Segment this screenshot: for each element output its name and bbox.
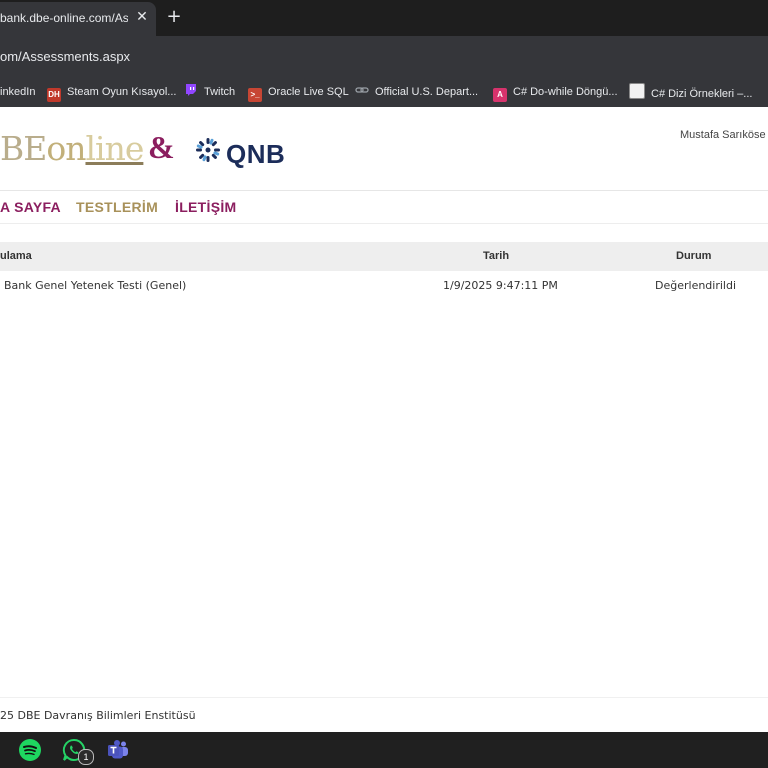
- url-text[interactable]: om/Assessments.aspx: [0, 49, 130, 64]
- bookmark-label: Oracle Live SQL: [268, 86, 349, 98]
- bookmark-label: inkedIn: [0, 86, 36, 98]
- bookmark-label: Official U.S. Depart...: [375, 86, 479, 98]
- bookmark-csharp-dizi[interactable]: C# Dizi Örnekleri –...: [629, 83, 752, 101]
- browser-tab[interactable]: bank.dbe-online.com/Assessments.aspx ✕: [0, 2, 156, 36]
- logo-part-be: BE: [0, 129, 47, 168]
- oracle-icon: >_: [248, 88, 262, 102]
- page-footer: 25 DBE Davranış Bilimleri Enstitüsü: [0, 697, 768, 733]
- bookmark-official[interactable]: Official U.S. Depart...: [355, 83, 478, 101]
- bookmark-twitch[interactable]: Twitch: [184, 83, 235, 101]
- nav-item-contact[interactable]: İLETİŞİM: [175, 199, 237, 215]
- bookmark-linkedin[interactable]: inkedIn: [0, 83, 35, 101]
- bookmarks-bar: inkedIn DH Steam Oyun Kısayol... Twitch >…: [0, 76, 768, 107]
- bookmark-label: Twitch: [204, 86, 236, 98]
- cell-status: Değerlendirildi: [655, 279, 737, 292]
- cell-application[interactable]: Bank Genel Yetenek Testi (Genel): [4, 279, 186, 292]
- header-status: Durum: [676, 250, 712, 262]
- address-bar[interactable]: om/Assessments.aspx: [0, 36, 768, 76]
- site-header: BEonline & QNB Mustafa Sarıköse: [0, 107, 768, 191]
- footer-copyright: 25 DBE Davranış Bilimleri Enstitüsü: [0, 709, 196, 722]
- browser-chrome: bank.dbe-online.com/Assessments.aspx ✕ +…: [0, 0, 768, 107]
- bookmark-csharp-dowhile[interactable]: A C# Do-while Döngü...: [493, 83, 618, 102]
- link-icon: [355, 83, 369, 97]
- user-name[interactable]: Mustafa Sarıköse: [680, 129, 766, 141]
- nav-item-home[interactable]: A SAYFA: [0, 199, 61, 215]
- bookmark-label: Steam Oyun Kısayol...: [67, 86, 177, 98]
- a-icon: A: [493, 88, 507, 102]
- dbe-online-logo[interactable]: BEonline: [0, 129, 144, 168]
- bookmark-oracle[interactable]: >_ Oracle Live SQL: [248, 83, 349, 102]
- bookmark-label: C# Dizi Örnekleri –...: [651, 88, 753, 100]
- logo-part-line: line: [85, 129, 144, 168]
- main-nav: A SAYFA TESTLERİM İLETİŞİM: [0, 191, 768, 224]
- qnb-logo-text: QNB: [226, 139, 286, 169]
- header-date: Tarih: [483, 250, 510, 262]
- bookmark-label: C# Do-while Döngü...: [513, 86, 618, 98]
- cell-date: 1/9/2025 9:47:11 PM: [443, 279, 558, 292]
- close-tab-icon[interactable]: ✕: [134, 9, 150, 25]
- twitch-icon: [184, 83, 198, 97]
- site-icon: [629, 83, 645, 99]
- taskbar: 1: [0, 732, 768, 768]
- ampersand: &: [148, 129, 175, 165]
- logo-part-on: on: [46, 129, 86, 168]
- table-row[interactable]: Bank Genel Yetenek Testi (Genel) 1/9/202…: [0, 271, 768, 299]
- table-header: ulama Tarih Durum: [0, 242, 768, 271]
- tab-strip: bank.dbe-online.com/Assessments.aspx ✕ +: [0, 0, 768, 36]
- qnb-logo-icon: [196, 138, 220, 162]
- teams-icon[interactable]: [106, 738, 130, 762]
- header-application: ulama: [0, 250, 32, 262]
- bookmark-steam[interactable]: DH Steam Oyun Kısayol...: [47, 83, 177, 102]
- nav-item-tests[interactable]: TESTLERİM: [76, 199, 158, 215]
- dh-icon: DH: [47, 88, 61, 102]
- spotify-icon[interactable]: [18, 738, 42, 762]
- tab-title: bank.dbe-online.com/Assessments.aspx: [0, 11, 128, 25]
- new-tab-button[interactable]: +: [165, 8, 183, 26]
- whatsapp-badge: 1: [78, 749, 94, 765]
